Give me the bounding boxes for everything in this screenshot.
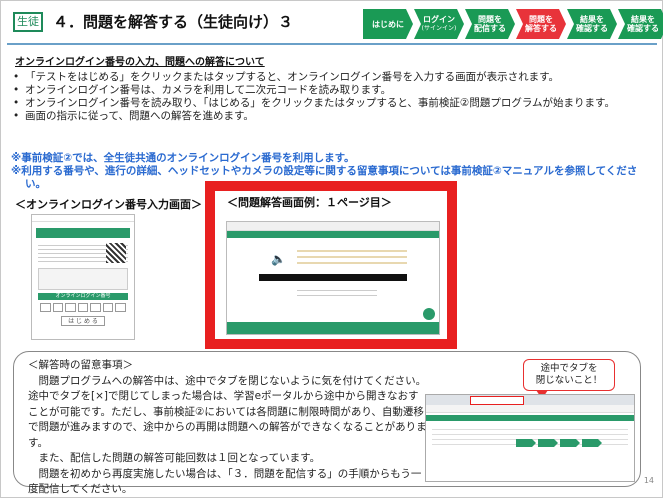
step-distribute: 問題を 配信する	[465, 9, 515, 39]
question-text	[297, 246, 407, 268]
list-item: オンラインログイン番号を読み取り、「はじめる」をクリックまたはタップすると、事前…	[11, 97, 641, 110]
list-item: 画面の指示に従って、問題への解答を進めます。	[11, 110, 641, 123]
next-button-icon	[423, 308, 435, 320]
login-screen-label: ＜オンラインログイン番号入力画面＞	[15, 198, 202, 211]
step-answer-current: 問題を 解答する	[516, 9, 566, 39]
instruction-list: 「テストをはじめる」をクリックまたはタップすると、オンラインログイン番号を入力す…	[11, 71, 641, 123]
login-number-inputs	[40, 303, 127, 312]
list-item: オンラインログイン番号は、カメラを利用して二次元コードを読み取ります。	[11, 84, 641, 97]
step-navigation: はじめに ログイン (サインイン) 問題を 配信する 問題を 解答する 結果を 確…	[363, 9, 663, 39]
audio-player	[259, 274, 407, 281]
login-number-bar: オンラインログイン番号	[38, 293, 128, 300]
answer-instructions	[297, 286, 377, 300]
start-button: は じ め る	[61, 316, 105, 326]
question-header	[227, 231, 439, 238]
login-number-label: オンラインログイン番号	[55, 293, 111, 299]
page-number: 14	[643, 476, 654, 485]
step-label: 問題を 解答する	[525, 15, 557, 33]
step-check-results-1: 結果を 確認する	[567, 9, 617, 39]
portal-flow	[516, 439, 602, 447]
question-footer	[227, 322, 439, 334]
highlighted-tab	[470, 396, 524, 405]
notes-line: 問題プログラムへの解答中は、途中でタブを閉じないように気を付けてください。	[28, 374, 427, 387]
browser-bar	[227, 222, 439, 231]
answering-notes-text: ＜解答時の留意事項＞ 問題プログラムへの解答中は、途中でタブを閉じないように気を…	[28, 358, 428, 498]
question-screen-label: ＜問題解答画面例：１ページ目＞	[227, 194, 392, 210]
notes-line: 問題を初めから再度実施したい場合は、「３．問題を配信する」の手順からもう一度配信…	[28, 467, 422, 496]
header: 生徒 ４．問題を解答する（生徒向け）３ はじめに ログイン (サインイン) 問題を…	[7, 9, 663, 39]
step-sublabel: (サインイン)	[421, 25, 457, 32]
step-label: ログイン	[423, 15, 455, 24]
device-status-bar	[32, 215, 134, 222]
audience-tag: 生徒	[13, 12, 43, 32]
login-screen-screenshot: オンラインログイン番号 は じ め る	[31, 214, 135, 340]
step-intro: はじめに	[363, 9, 413, 39]
portal-header	[426, 415, 634, 421]
step-label: 結果を 確認する	[576, 15, 608, 33]
camera-preview	[38, 268, 128, 290]
step-check-results-2: 結果を 確認する	[618, 9, 663, 39]
slide: 生徒 ４．問題を解答する（生徒向け）３ はじめに ログイン (サインイン) 問題を…	[0, 0, 663, 498]
step-label: はじめに	[372, 19, 404, 29]
page-title: ４．問題を解答する（生徒向け）３	[53, 13, 294, 31]
notes-line: また、配信した問題の解答可能回数は１回となっています。	[28, 452, 321, 464]
login-screen-header	[36, 228, 130, 238]
step-login: ログイン (サインイン)	[414, 9, 464, 39]
note-common-login: ※事前検証②では、全生徒共通のオンラインログイン番号を利用します。	[11, 152, 355, 164]
section-subtitle: オンラインログイン番号の入力、問題への解答について	[15, 57, 265, 68]
browser-tabs	[426, 395, 634, 405]
warning-callout: 途中でタブを 閉じないこと！	[523, 359, 615, 399]
browser-tab-screenshot	[425, 394, 635, 482]
address-bar	[426, 405, 634, 413]
list-item: 「テストをはじめる」をクリックまたはタップすると、オンラインログイン番号を入力す…	[11, 71, 641, 84]
notes-heading: ＜解答時の留意事項＞	[28, 359, 133, 371]
question-screen-screenshot: 🔈	[226, 221, 440, 335]
speaker-icon: 🔈	[271, 252, 286, 266]
qr-code-icon	[106, 243, 126, 263]
header-divider	[7, 43, 657, 45]
notes-line: 途中でタブを[×]で閉じてしまった場合は、学習eポータルから途中から開きなおすこ…	[28, 390, 427, 449]
step-label: 結果を 確認する	[627, 15, 659, 33]
step-label: 問題を 配信する	[474, 15, 506, 33]
